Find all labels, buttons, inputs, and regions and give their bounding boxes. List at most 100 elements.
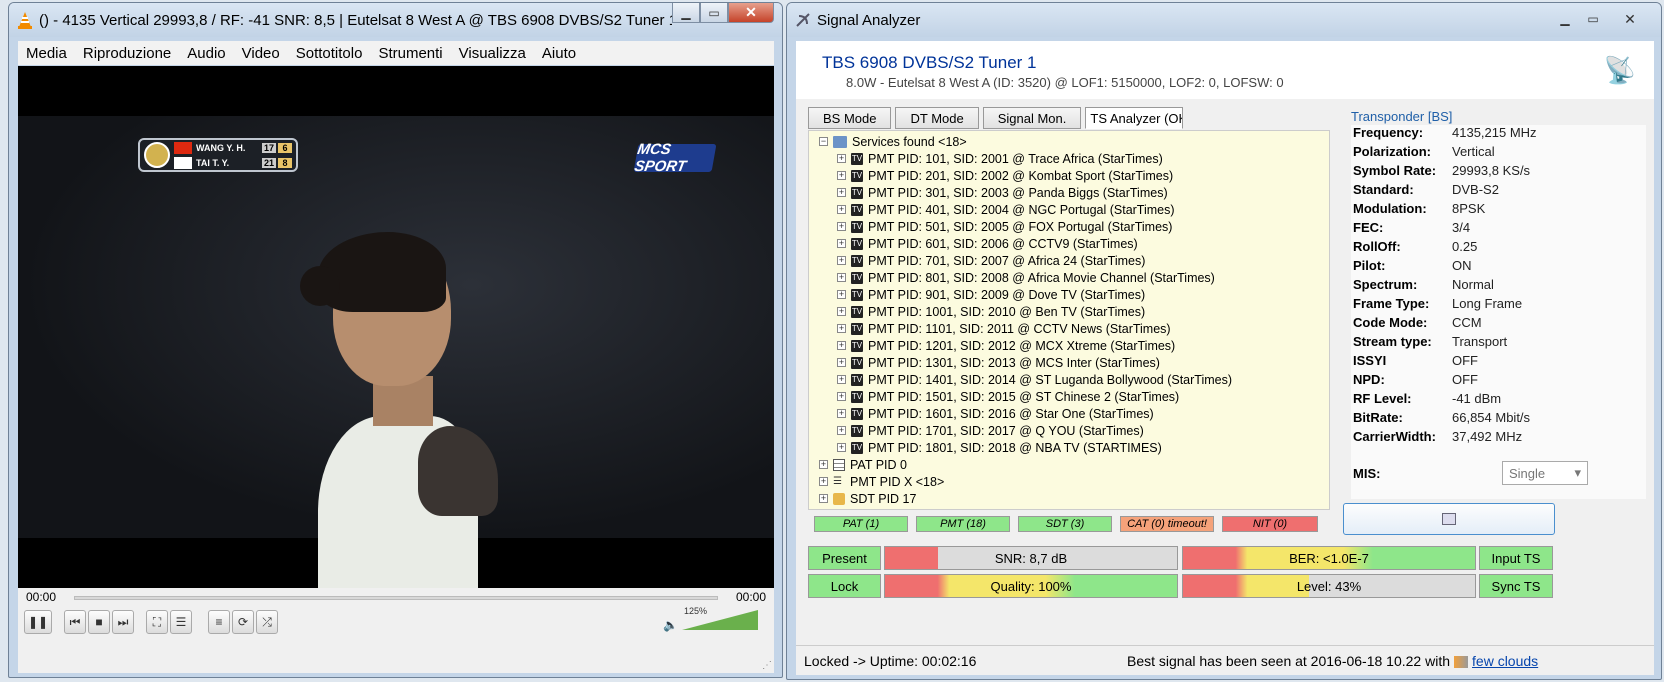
property-label: Polarization:	[1353, 144, 1432, 159]
tree-root[interactable]: − Services found <18>	[819, 133, 1329, 150]
video-area[interactable]: WANG Y. H. 17 6 TAI T. Y. 21 8 MCS SPORT	[18, 66, 774, 588]
mis-select[interactable]: Single ▾	[1502, 461, 1588, 485]
tab-dt-mode[interactable]: DT Mode	[895, 107, 979, 129]
service-node[interactable]: + TV PMT PID: 1301, SID: 2013 @ MCS Inter …	[819, 354, 1329, 371]
service-node[interactable]: + TV PMT PID: 1401, SID: 2014 @ ST Luganda…	[819, 371, 1329, 388]
expand-icon[interactable]: +	[837, 171, 846, 180]
expand-icon[interactable]: +	[819, 477, 828, 486]
menu-video[interactable]: Video	[242, 45, 280, 62]
expand-icon[interactable]: +	[837, 188, 846, 197]
menu-visualizza[interactable]: Visualizza	[459, 45, 526, 62]
status-uptime: Locked -> Uptime: 00:02:16	[804, 652, 977, 669]
expand-icon[interactable]: +	[837, 392, 846, 401]
weather-link[interactable]: few clouds	[1472, 653, 1538, 669]
lock-button[interactable]: Lock	[808, 574, 881, 598]
pid-node[interactable]: + SDT PID 17	[819, 490, 1329, 507]
expand-icon[interactable]: +	[837, 205, 846, 214]
service-node[interactable]: + TV PMT PID: 401, SID: 2004 @ NGC Portuga…	[819, 201, 1329, 218]
menu-riproduzione[interactable]: Riproduzione	[83, 45, 171, 62]
expand-icon[interactable]: +	[837, 222, 846, 231]
expand-icon[interactable]: +	[837, 290, 846, 299]
expand-icon[interactable]: +	[819, 494, 828, 503]
panel-toggle-button[interactable]	[1343, 503, 1555, 535]
extended-settings-button[interactable]: ☰	[170, 610, 192, 634]
menu-sottotitolo[interactable]: Sottotitolo	[296, 45, 363, 62]
expand-icon[interactable]: +	[837, 409, 846, 418]
tab-bs-mode[interactable]: BS Mode	[808, 107, 892, 129]
expand-icon[interactable]: +	[837, 341, 846, 350]
sync-ts-button[interactable]: Sync TS	[1479, 574, 1553, 598]
volume-slider[interactable]: 125%	[682, 606, 758, 630]
service-node[interactable]: + TV PMT PID: 1701, SID: 2017 @ Q YOU (Sta…	[819, 422, 1329, 439]
speaker-icon[interactable]: 🔈	[663, 618, 678, 632]
next-button[interactable]: ⏭	[112, 610, 134, 634]
transponder-heading: Transponder [BS]	[1351, 109, 1453, 124]
previous-button[interactable]: ⏮	[64, 610, 86, 634]
menu-audio[interactable]: Audio	[187, 45, 225, 62]
loop-button[interactable]: ⟳	[232, 610, 254, 634]
service-label: PMT PID: 1401, SID: 2014 @ ST Luganda Bo…	[868, 372, 1233, 387]
service-node[interactable]: + TV PMT PID: 501, SID: 2005 @ FOX Portuga…	[819, 218, 1329, 235]
input-ts-button[interactable]: Input TS	[1479, 546, 1553, 570]
collapse-icon[interactable]: −	[819, 137, 828, 146]
minimize-button[interactable]: ▁	[672, 3, 700, 23]
service-node[interactable]: + TV PMT PID: 601, SID: 2006 @ CCTV9 (Star…	[819, 235, 1329, 252]
service-node[interactable]: + TV PMT PID: 201, SID: 2002 @ Kombat Spor…	[819, 167, 1329, 184]
expand-icon[interactable]: +	[837, 256, 846, 265]
chevron-down-icon: ▾	[1574, 465, 1581, 480]
service-node[interactable]: + TV PMT PID: 1101, SID: 2011 @ CCTV News …	[819, 320, 1329, 337]
expand-icon[interactable]: +	[837, 375, 846, 384]
service-node[interactable]: + TV PMT PID: 1001, SID: 2010 @ Ben TV (St…	[819, 303, 1329, 320]
service-node[interactable]: + TV PMT PID: 1501, SID: 2015 @ ST Chinese…	[819, 388, 1329, 405]
resize-grip-icon[interactable]: ⋰	[762, 660, 772, 671]
service-node[interactable]: + TV PMT PID: 901, SID: 2009 @ Dove TV (St…	[819, 286, 1329, 303]
menu-media[interactable]: Media	[26, 45, 67, 62]
service-node[interactable]: + TV PMT PID: 301, SID: 2003 @ Panda Biggs…	[819, 184, 1329, 201]
status-best-signal: Best signal has been seen at 2016-06-18 …	[1127, 653, 1451, 669]
sa-titlebar[interactable]: Signal Analyzer ▁ ▭ ✕	[787, 3, 1661, 37]
expand-icon[interactable]: +	[837, 358, 846, 367]
fullscreen-button[interactable]: ⛶	[146, 610, 168, 634]
pid-node[interactable]: + ☰ PMT PID X <18>	[819, 473, 1329, 490]
expand-icon[interactable]: +	[819, 460, 828, 469]
expand-icon[interactable]: +	[837, 443, 846, 452]
mis-row: MIS: Single ▾	[1353, 461, 1588, 485]
service-node[interactable]: + TV PMT PID: 1601, SID: 2016 @ Star One (…	[819, 405, 1329, 422]
close-button[interactable]: ✕	[728, 3, 774, 23]
maximize-button[interactable]: ▭	[700, 3, 728, 23]
expand-icon[interactable]: +	[837, 239, 846, 248]
expand-icon[interactable]: +	[837, 154, 846, 163]
pause-button[interactable]: ❚❚	[24, 610, 52, 634]
expand-icon[interactable]: +	[837, 307, 846, 316]
folder-icon	[833, 135, 847, 148]
close-button[interactable]: ✕	[1607, 9, 1653, 29]
vlc-menubar: Media Riproduzione Audio Video Sottotito…	[18, 41, 774, 65]
service-node[interactable]: + TV PMT PID: 101, SID: 2001 @ Trace Afric…	[819, 150, 1329, 167]
menu-aiuto[interactable]: Aiuto	[542, 45, 576, 62]
expand-icon[interactable]: +	[837, 324, 846, 333]
seek-bar[interactable]	[74, 596, 718, 600]
present-button[interactable]: Present	[808, 546, 881, 570]
tab-ts-analyzer[interactable]: TS Analyzer (OK	[1085, 107, 1184, 129]
expand-icon[interactable]: +	[837, 426, 846, 435]
tv-icon: TV	[851, 152, 863, 165]
menu-strumenti[interactable]: Strumenti	[378, 45, 442, 62]
services-tree[interactable]: − Services found <18> + TV PMT PID: 101, S…	[808, 130, 1330, 510]
expand-icon[interactable]: +	[837, 273, 846, 282]
pid-node[interactable]: + PAT PID 0	[819, 456, 1329, 473]
vlc-titlebar[interactable]: () - 4135 Vertical 29993,8 / RF: -41 SNR…	[9, 3, 782, 37]
table-status: PMT (18)	[916, 516, 1010, 532]
service-node[interactable]: + TV PMT PID: 1801, SID: 2018 @ NBA TV (ST…	[819, 439, 1329, 456]
service-node[interactable]: + TV PMT PID: 701, SID: 2007 @ Africa 24 (…	[819, 252, 1329, 269]
player2-name: TAI T. Y.	[196, 157, 230, 168]
stop-button[interactable]: ■	[88, 610, 110, 634]
minimize-button[interactable]: ▁	[1551, 9, 1579, 29]
playlist-button[interactable]: ≡	[208, 610, 230, 634]
maximize-button[interactable]: ▭	[1579, 9, 1607, 29]
service-node[interactable]: + TV PMT PID: 1201, SID: 2012 @ MCX Xtreme…	[819, 337, 1329, 354]
tv-icon: TV	[851, 169, 863, 182]
service-node[interactable]: + TV PMT PID: 801, SID: 2008 @ Africa Movi…	[819, 269, 1329, 286]
tab-signal-mon[interactable]: Signal Mon.	[982, 107, 1082, 129]
shuffle-button[interactable]: ⤮	[256, 610, 278, 634]
service-label: PMT PID: 901, SID: 2009 @ Dove TV (StarT…	[868, 287, 1146, 302]
